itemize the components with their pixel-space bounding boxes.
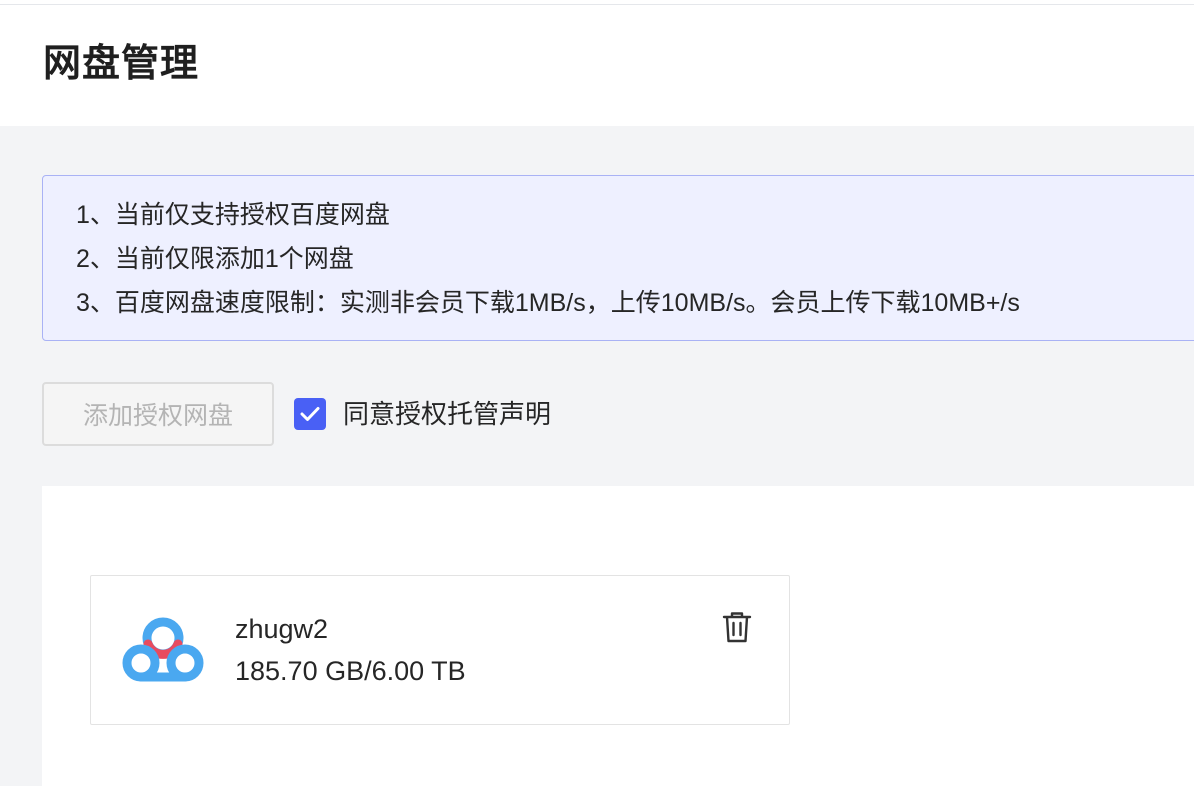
notice-line: 2、当前仅限添加1个网盘 — [76, 245, 354, 273]
baidu-netdisk-icon — [122, 617, 204, 682]
agree-label: 同意授权托管声明 — [343, 399, 552, 429]
agree-checkbox[interactable] — [294, 398, 326, 430]
page-header: 网盘管理 — [0, 5, 1194, 126]
page-title: 网盘管理 — [43, 43, 200, 85]
disk-usage: 185.70 GB/6.00 TB — [235, 656, 466, 686]
notice-line: 1、当前仅支持授权百度网盘 — [76, 201, 390, 229]
notice-box: 1、当前仅支持授权百度网盘 2、当前仅限添加1个网盘 3、百度网盘速度限制：实测… — [42, 175, 1194, 341]
notice-line: 3、百度网盘速度限制：实测非会员下载1MB/s，上传10MB/s。会员上传下载1… — [76, 289, 1020, 317]
add-authorized-disk-button[interactable]: 添加授权网盘 — [42, 382, 274, 446]
agree-checkbox-row[interactable]: 同意授权托管声明 — [294, 396, 551, 432]
disk-name: zhugw2 — [235, 614, 329, 644]
disk-card: zhugw2 185.70 GB/6.00 TB — [90, 575, 790, 725]
checkmark-icon — [300, 407, 320, 421]
trash-icon[interactable] — [721, 610, 753, 644]
